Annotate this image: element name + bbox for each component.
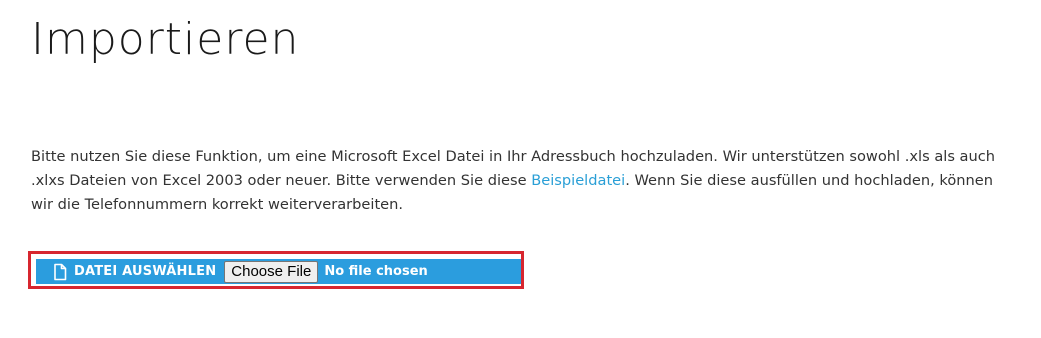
file-upload-bar[interactable]: DATEI AUSWÄHLEN Choose File No file chos…	[36, 259, 521, 284]
intro-paragraph: Bitte nutzen Sie diese Funktion, um eine…	[31, 145, 1016, 217]
file-icon	[50, 262, 70, 282]
select-file-label[interactable]: DATEI AUSWÄHLEN	[74, 264, 216, 279]
page-title: Importieren	[31, 14, 300, 65]
file-status-text: No file chosen	[324, 264, 428, 279]
upload-highlight-frame: DATEI AUSWÄHLEN Choose File No file chos…	[28, 251, 524, 289]
choose-file-button[interactable]: Choose File	[224, 260, 319, 283]
example-file-link[interactable]: Beispieldatei	[531, 172, 625, 189]
